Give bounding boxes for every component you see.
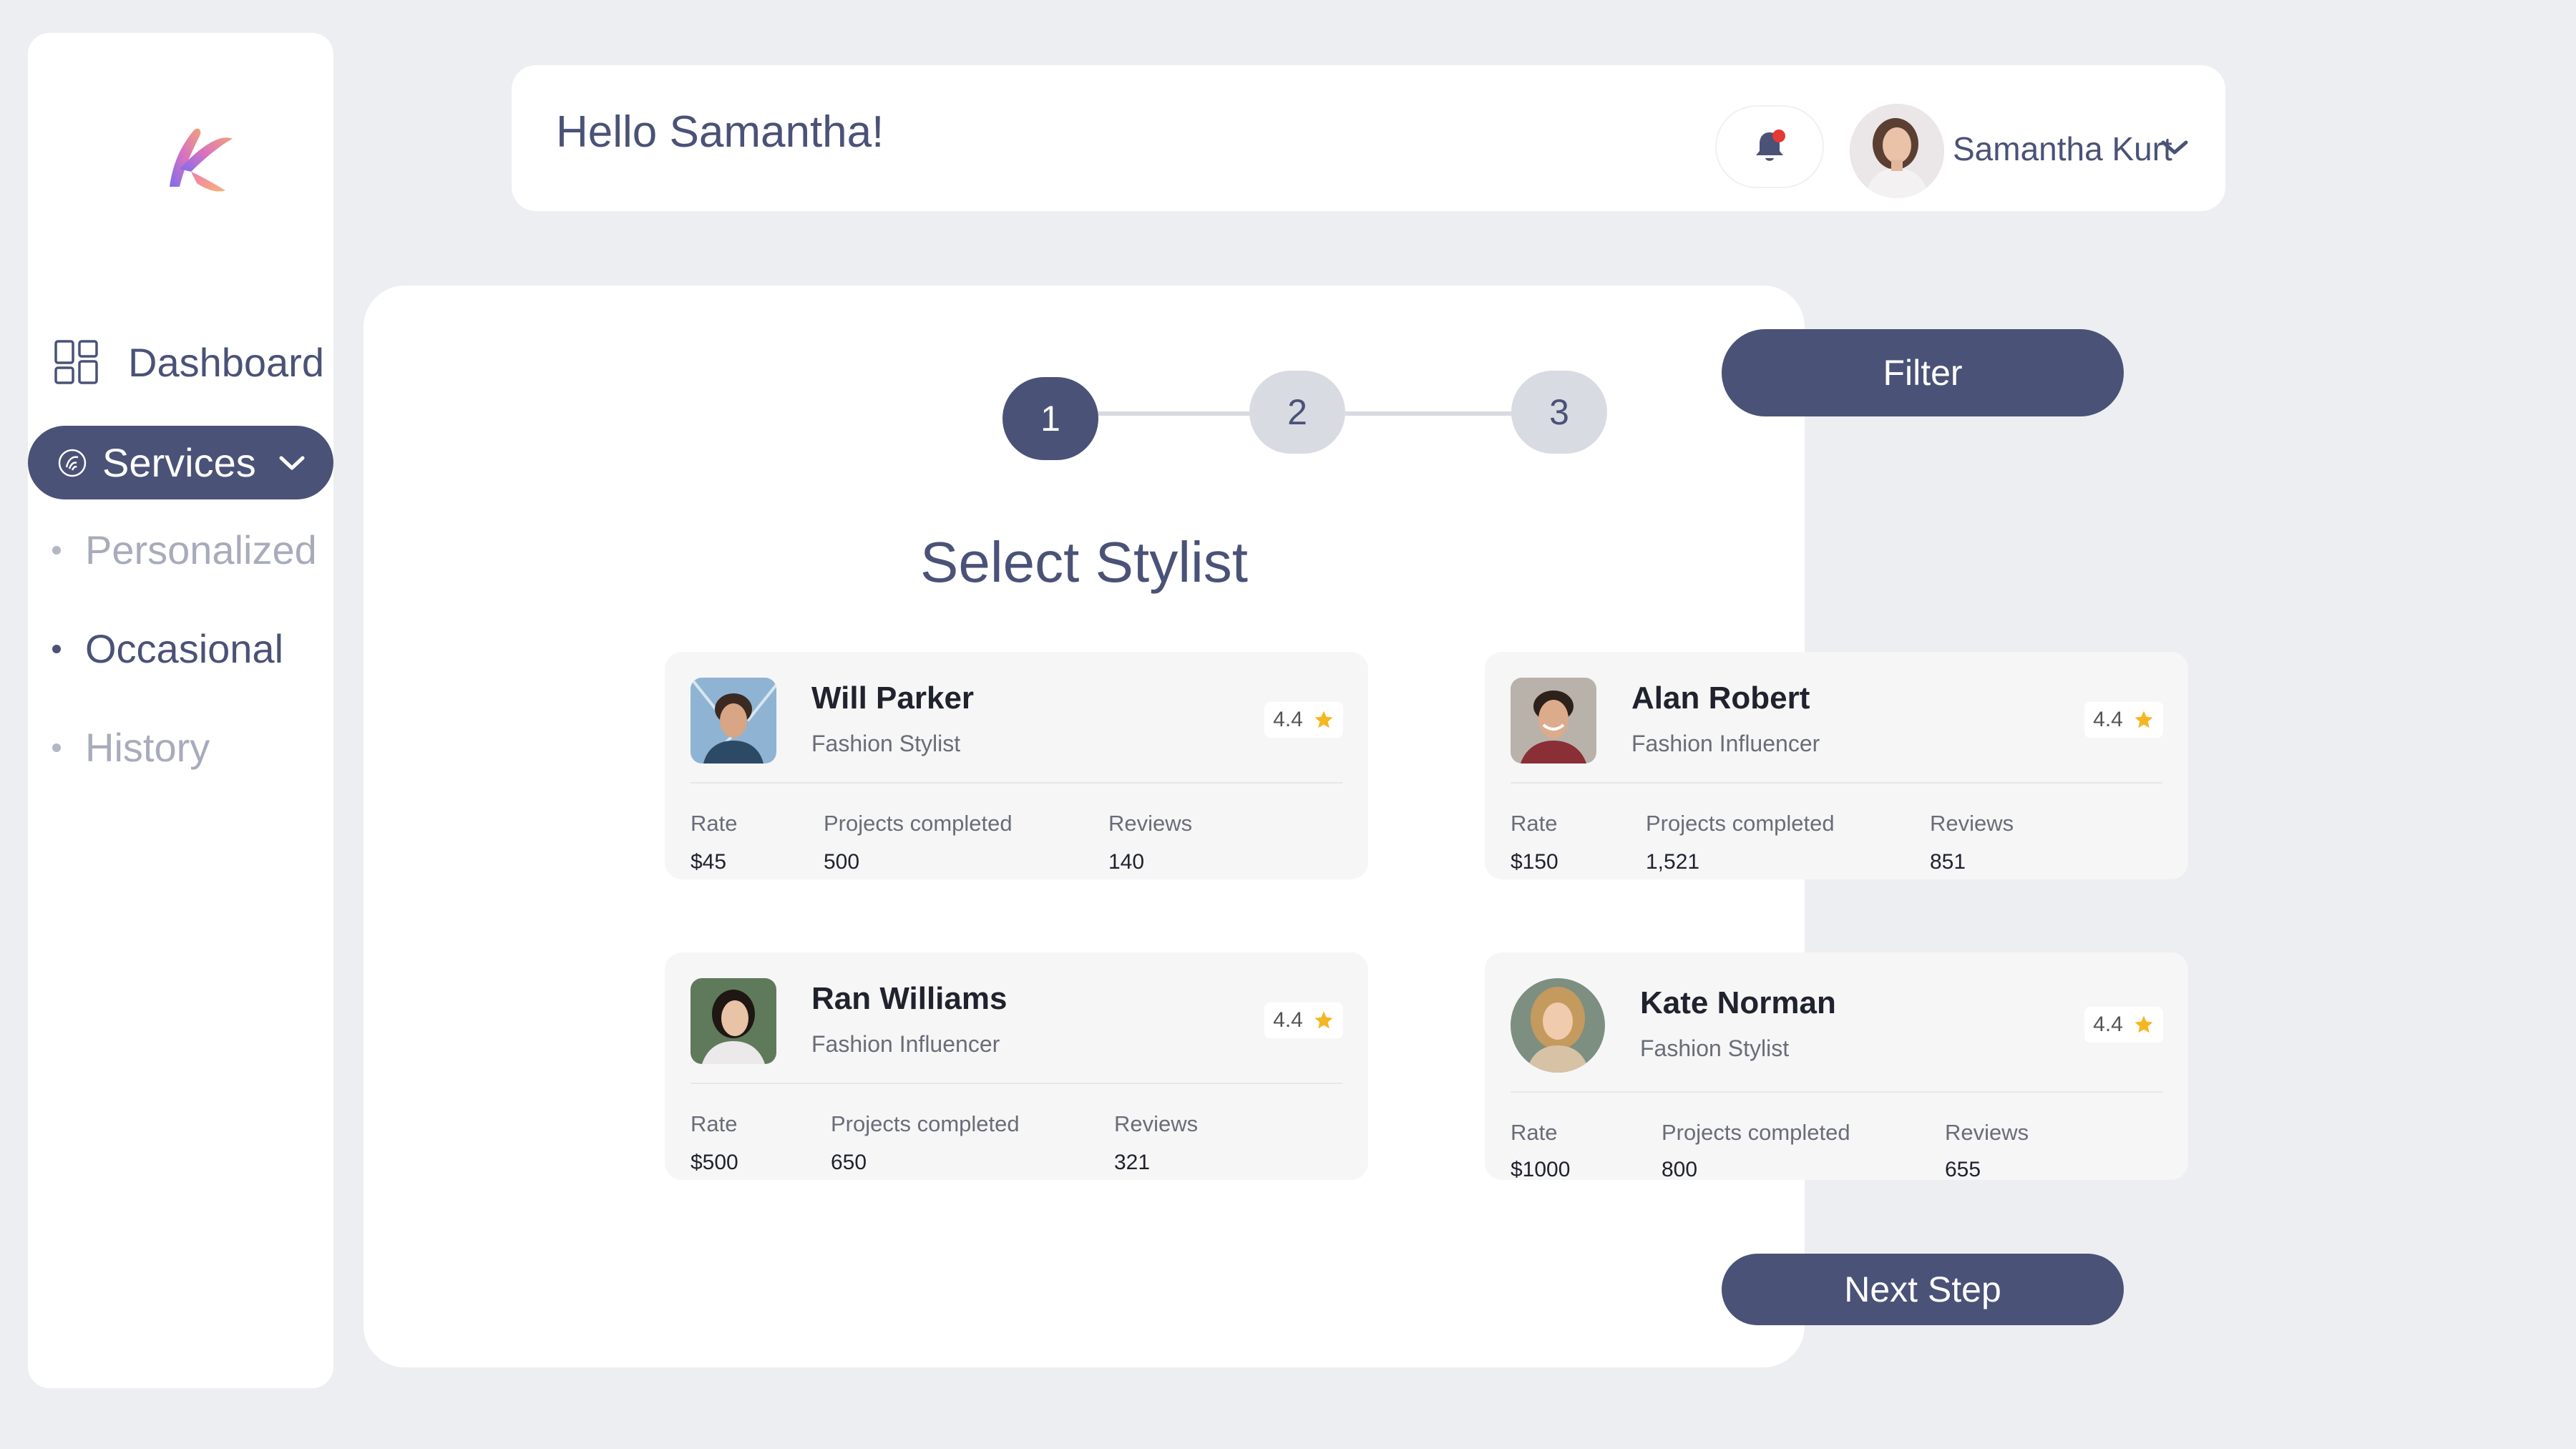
section-title: Select Stylist: [920, 530, 1248, 594]
reviews-label: Reviews: [1930, 811, 2014, 836]
stylist-avatar: [1511, 678, 1596, 763]
rating-value: 4.4: [1273, 1008, 1303, 1032]
projects-value: 800: [1662, 1158, 1698, 1180]
divider: [691, 782, 1342, 784]
reviews-label: Reviews: [1114, 1111, 1199, 1136]
projects-value: 1,521: [1646, 850, 1700, 874]
reviews-value: 851: [1930, 850, 1966, 874]
step-1[interactable]: 1: [1002, 377, 1098, 460]
stylist-name: Alan Robert: [1631, 680, 1810, 716]
step-connector: [1098, 411, 1252, 416]
divider: [1511, 782, 2162, 784]
rating-badge: 4.4: [1264, 1002, 1343, 1038]
bullet: [52, 644, 61, 653]
bell-icon: [1756, 130, 1785, 161]
projects-label: Projects completed: [1662, 1120, 1850, 1145]
stylist-card[interactable]: Alan Robert Fashion Influencer 4.4 Rate …: [1485, 652, 2188, 879]
reviews-value: 140: [1108, 850, 1145, 874]
stylist-avatar: [691, 678, 776, 763]
rate-value: $500: [691, 1151, 738, 1174]
services-icon: [58, 449, 87, 477]
star-icon: [2135, 1015, 2153, 1033]
sidebar-item-label: Services: [102, 440, 256, 485]
stylist-name: Kate Norman: [1640, 985, 1836, 1020]
greeting-text: Hello Samantha!: [556, 107, 884, 157]
bullet: [52, 545, 61, 555]
stylist-role: Fashion Influencer: [1631, 731, 1820, 756]
sidebar-subitem-label: Occasional: [85, 626, 284, 671]
rate-label: Rate: [691, 811, 738, 836]
divider: [1511, 1091, 2162, 1093]
sidebar-subitem-label: Personalized: [85, 527, 317, 572]
reviews-label: Reviews: [1945, 1120, 2029, 1145]
sidebar-item-services[interactable]: Services: [28, 426, 333, 499]
stylist-card[interactable]: Ran Williams Fashion Influencer 4.4 Rate…: [665, 952, 1368, 1180]
rate-value: $45: [691, 850, 727, 874]
rate-label: Rate: [1511, 1120, 1558, 1145]
dashboard-grid-icon: [54, 340, 98, 384]
reviews-value: 655: [1945, 1158, 1981, 1180]
sidebar-item-label: Dashboard: [128, 339, 324, 385]
stylist-name: Ran Williams: [811, 981, 1008, 1016]
app-logo[interactable]: [135, 97, 257, 219]
step-3[interactable]: 3: [1511, 371, 1607, 454]
bullet: [52, 743, 61, 752]
notifications-button[interactable]: [1715, 105, 1824, 188]
divider: [691, 1083, 1342, 1084]
stylist-card[interactable]: Kate Norman Fashion Stylist 4.4 Rate Pro…: [1485, 952, 2188, 1180]
top-header: Hello Samantha! Samantha Kurt: [512, 65, 2225, 211]
step-connector: [1345, 411, 1520, 416]
stylist-role: Fashion Stylist: [811, 731, 961, 756]
sidebar-item-dashboard[interactable]: Dashboard: [54, 326, 324, 398]
stylist-role: Fashion Influencer: [811, 1031, 1000, 1057]
filter-button[interactable]: Filter: [1722, 329, 2124, 416]
rating-badge: 4.4: [2084, 1007, 2163, 1043]
star-icon: [1314, 711, 1333, 728]
sidebar-subitem-personalized[interactable]: Personalized: [52, 527, 317, 573]
next-step-button[interactable]: Next Step: [1722, 1254, 2124, 1325]
stylist-avatar: [1511, 978, 1605, 1073]
sidebar-subitem-occasional[interactable]: Occasional: [52, 625, 283, 672]
stylist-name: Will Parker: [811, 680, 975, 716]
reviews-label: Reviews: [1108, 811, 1193, 836]
rate-label: Rate: [1511, 811, 1558, 836]
rate-value: $1000: [1511, 1158, 1571, 1180]
star-icon: [2135, 711, 2153, 728]
projects-label: Projects completed: [1646, 811, 1835, 836]
projects-value: 500: [824, 850, 860, 874]
rating-value: 4.4: [2093, 708, 2123, 731]
user-avatar[interactable]: [1850, 104, 1944, 198]
rate-label: Rate: [691, 1111, 738, 1136]
rating-value: 4.4: [1273, 708, 1303, 731]
sidebar: Dashboard Services Personalized Occasion…: [28, 33, 333, 1388]
step-2[interactable]: 2: [1249, 371, 1345, 454]
star-icon: [1314, 1011, 1333, 1029]
projects-value: 650: [831, 1151, 867, 1174]
stylist-role: Fashion Stylist: [1640, 1035, 1790, 1061]
stylist-card[interactable]: Will Parker Fashion Stylist 4.4 Rate Pro…: [665, 652, 1368, 879]
sidebar-subitem-history[interactable]: History: [52, 724, 210, 771]
sidebar-subitem-label: History: [85, 725, 210, 770]
rating-value: 4.4: [2093, 1013, 2123, 1036]
rating-badge: 4.4: [1264, 702, 1343, 738]
projects-label: Projects completed: [824, 811, 1013, 836]
chevron-down-icon[interactable]: [2160, 138, 2189, 157]
rating-badge: 4.4: [2084, 702, 2163, 738]
stylist-avatar: [691, 978, 776, 1064]
projects-label: Projects completed: [831, 1111, 1020, 1136]
reviews-value: 321: [1114, 1151, 1151, 1174]
rate-value: $150: [1511, 850, 1558, 874]
chevron-down-icon: [279, 456, 305, 469]
user-name[interactable]: Samantha Kurt: [1953, 130, 2172, 168]
